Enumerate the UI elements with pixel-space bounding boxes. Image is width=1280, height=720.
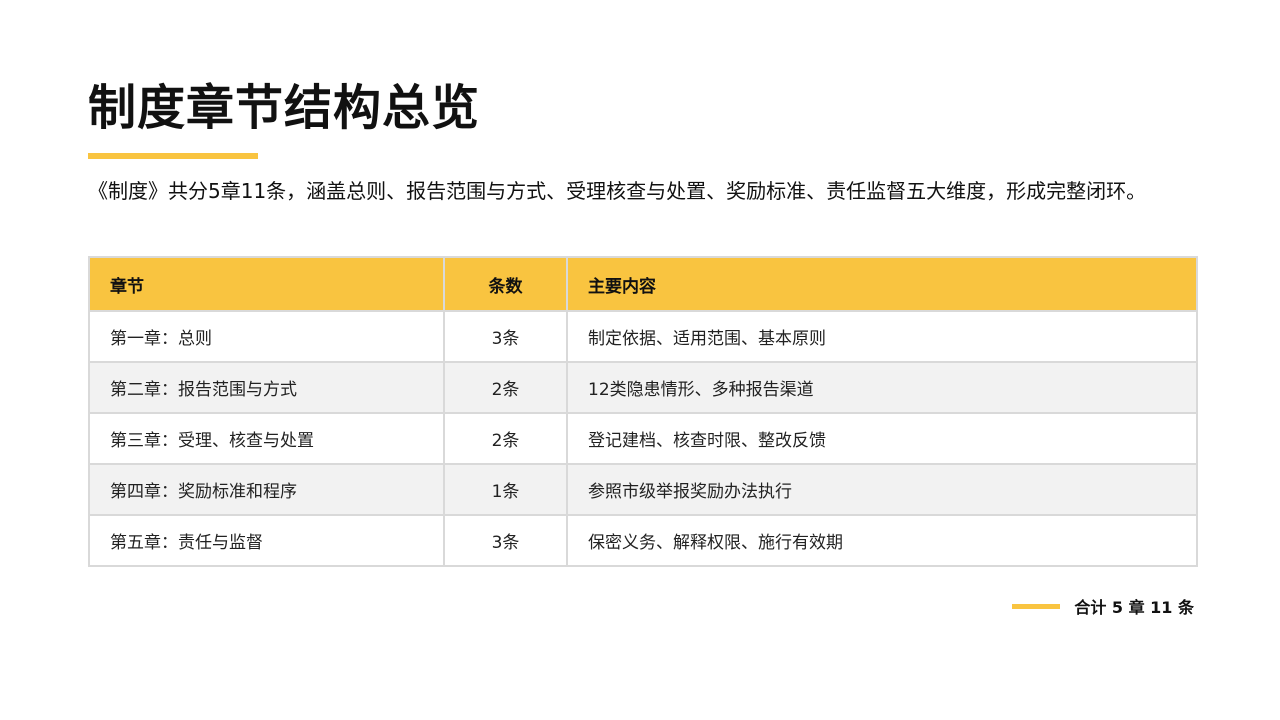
header-content: 主要内容	[566, 256, 1198, 312]
cell-content: 12类隐患情形、多种报告渠道	[566, 361, 1198, 414]
table-row: 第一章：总则 3条 制定依据、适用范围、基本原则	[88, 310, 1198, 363]
cell-count: 3条	[443, 310, 568, 363]
intro-paragraph: 《制度》共分5章11条，涵盖总则、报告范围与方式、受理核查与处置、奖励标准、责任…	[88, 179, 1147, 203]
cell-content: 制定依据、适用范围、基本原则	[566, 310, 1198, 363]
chapter-table-container: 章节 条数 主要内容 第一章：总则 3条 制定依据、适用范围、基本原则 第二章：…	[88, 256, 1198, 567]
cell-chapter: 第二章：报告范围与方式	[88, 361, 445, 414]
cell-content: 参照市级举报奖励办法执行	[566, 463, 1198, 516]
total-accent-bar	[1012, 603, 1061, 609]
cell-count: 2条	[443, 412, 568, 465]
cell-chapter: 第四章：奖励标准和程序	[88, 463, 445, 516]
table-row: 第三章：受理、核查与处置 2条 登记建档、核查时限、整改反馈	[88, 412, 1198, 465]
cell-chapter: 第一章：总则	[88, 310, 445, 363]
table-row: 第二章：报告范围与方式 2条 12类隐患情形、多种报告渠道	[88, 361, 1198, 414]
page-title: 制度章节结构总览	[88, 80, 481, 136]
total-summary: 合计 5 章 11 条	[1012, 594, 1194, 618]
header-chapter: 章节	[88, 256, 445, 312]
title-underline-accent	[88, 153, 258, 159]
table-row: 第五章：责任与监督 3条 保密义务、解释权限、施行有效期	[88, 514, 1198, 567]
cell-chapter: 第五章：责任与监督	[88, 514, 445, 567]
total-label: 合计 5 章 11 条	[1074, 598, 1194, 617]
cell-count: 2条	[443, 361, 568, 414]
cell-count: 3条	[443, 514, 568, 567]
header-count: 条数	[443, 256, 568, 312]
table-header-row: 章节 条数 主要内容	[88, 256, 1198, 312]
chapter-table: 章节 条数 主要内容 第一章：总则 3条 制定依据、适用范围、基本原则 第二章：…	[88, 256, 1198, 567]
cell-content: 登记建档、核查时限、整改反馈	[566, 412, 1198, 465]
table-row: 第四章：奖励标准和程序 1条 参照市级举报奖励办法执行	[88, 463, 1198, 516]
cell-content: 保密义务、解释权限、施行有效期	[566, 514, 1198, 567]
cell-count: 1条	[443, 463, 568, 516]
cell-chapter: 第三章：受理、核查与处置	[88, 412, 445, 465]
